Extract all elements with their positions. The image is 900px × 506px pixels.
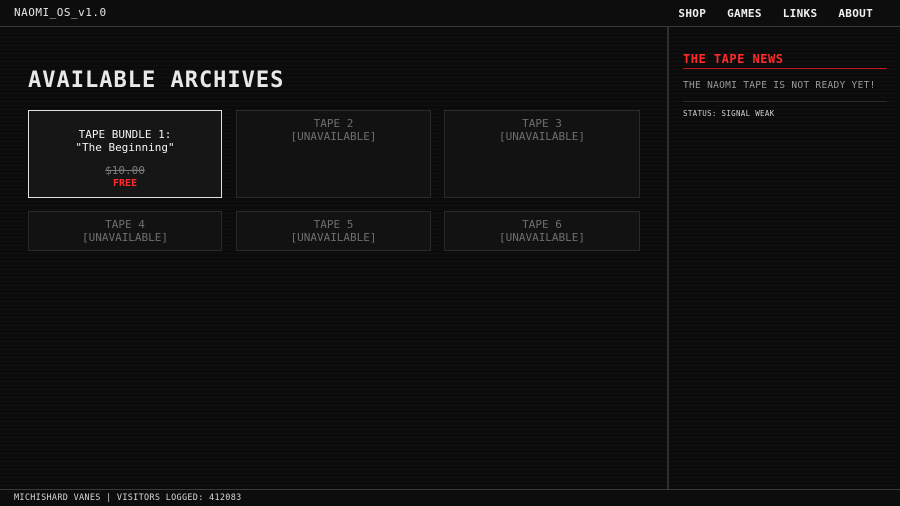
os-title: NAOMI_OS_v1.0 bbox=[14, 6, 107, 19]
main-nav: SHOP GAMES LINKS ABOUT bbox=[678, 0, 900, 26]
top-bar: NAOMI_OS_v1.0 SHOP GAMES LINKS ABOUT bbox=[0, 0, 900, 27]
tape-bundle-1-card[interactable]: TAPE BUNDLE 1: "The Beginning" $10.00 FR… bbox=[28, 110, 222, 198]
tape-status: [UNAVAILABLE] bbox=[81, 231, 169, 244]
tape-6-card: TAPE 6 [UNAVAILABLE] bbox=[444, 211, 640, 251]
old-price: $10.00 bbox=[105, 164, 145, 177]
main-content: AVAILABLE ARCHIVES TAPE BUNDLE 1: "The B… bbox=[0, 27, 667, 489]
tape-name: TAPE 2 bbox=[313, 117, 354, 130]
nav-about[interactable]: ABOUT bbox=[838, 7, 873, 20]
nav-links[interactable]: LINKS bbox=[783, 7, 818, 20]
tape-5-card: TAPE 5 [UNAVAILABLE] bbox=[236, 211, 431, 251]
tape-name: TAPE 3 bbox=[522, 117, 562, 130]
signal-status: STATUS: SIGNAL WEAK bbox=[683, 109, 775, 118]
tape-4-card: TAPE 4 [UNAVAILABLE] bbox=[28, 211, 222, 251]
footer-text: MICHISHARD VANES | VISITORS LOGGED: 4120… bbox=[14, 493, 242, 503]
tape-name: TAPE 4 bbox=[105, 218, 145, 231]
tape-3-card: TAPE 3 [UNAVAILABLE] bbox=[444, 110, 640, 198]
tape-status: [UNAVAILABLE] bbox=[498, 231, 586, 244]
price-free: FREE bbox=[112, 178, 138, 189]
page-title: AVAILABLE ARCHIVES bbox=[28, 68, 285, 93]
tape-name: TAPE BUNDLE 1: bbox=[78, 128, 172, 141]
news-sidebar: THE TAPE NEWS THE NAOMI TAPE IS NOT READ… bbox=[667, 27, 900, 489]
tape-status: [UNAVAILABLE] bbox=[290, 130, 377, 143]
tape-name: TAPE 5 bbox=[313, 218, 354, 231]
tape-name: TAPE 6 bbox=[522, 218, 562, 231]
divider bbox=[683, 101, 887, 102]
tape-status: [UNAVAILABLE] bbox=[290, 231, 377, 244]
app-window: NAOMI_OS_v1.0 SHOP GAMES LINKS ABOUT AVA… bbox=[0, 0, 900, 506]
tape-subtitle: "The Beginning" bbox=[75, 141, 175, 154]
tape-2-card: TAPE 2 [UNAVAILABLE] bbox=[236, 110, 431, 198]
nav-shop[interactable]: SHOP bbox=[678, 7, 706, 20]
tape-status: [UNAVAILABLE] bbox=[498, 130, 586, 143]
nav-games[interactable]: GAMES bbox=[727, 7, 762, 20]
news-title: THE TAPE NEWS bbox=[683, 52, 887, 69]
footer: MICHISHARD VANES | VISITORS LOGGED: 4120… bbox=[0, 489, 900, 506]
news-message: THE NAOMI TAPE IS NOT READY YET! bbox=[683, 80, 876, 91]
